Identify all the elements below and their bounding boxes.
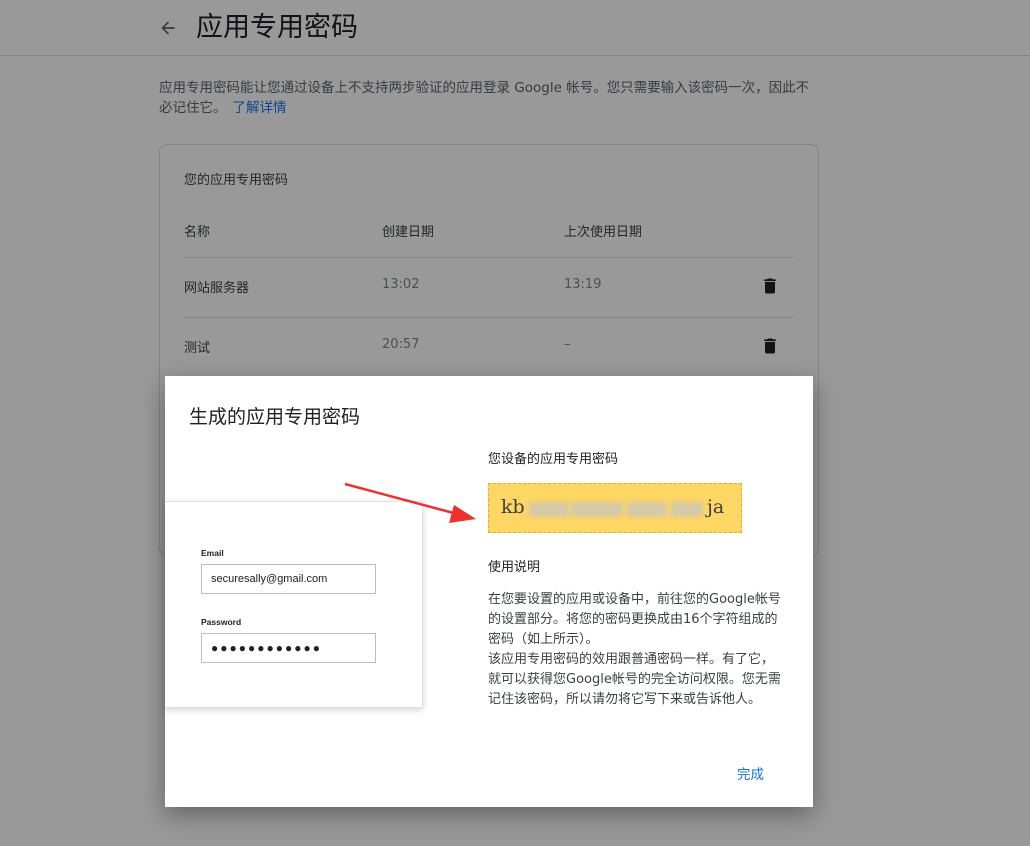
app-passwords-page: 应用专用密码 应用专用密码能让您通过设备上不支持两步验证的应用登录 Google…	[0, 0, 1030, 846]
password-redaction	[529, 502, 569, 517]
login-form-illustration: Email securesally@gmail.com Password ●●●…	[165, 501, 423, 708]
illustration-password-label: Password	[201, 617, 242, 627]
password-redaction	[571, 502, 623, 517]
password-label: 您设备的应用专用密码	[488, 452, 619, 467]
generated-password-box[interactable]: kb ja	[488, 483, 742, 533]
dialog-title: 生成的应用专用密码	[189, 406, 361, 428]
usage-paragraph-2: 该应用专用密码的效用跟普通密码一样。有了它，就可以获得您Google帐号的完全访…	[488, 652, 781, 707]
illustration-password-field: ●●●●●●●●●●●●	[201, 633, 376, 663]
password-redaction	[627, 502, 667, 517]
password-visible-start: kb	[501, 496, 525, 518]
password-redaction	[671, 502, 703, 517]
illustration-email-field: securesally@gmail.com	[201, 564, 376, 594]
red-arrow-icon	[344, 482, 476, 523]
generated-password-dialog: 生成的应用专用密码 Email securesally@gmail.com Pa…	[165, 376, 813, 807]
illustration-email-label: Email	[201, 548, 224, 558]
done-button[interactable]: 完成	[731, 759, 770, 787]
password-visible-end: ja	[707, 496, 725, 518]
usage-title: 使用说明	[488, 560, 541, 575]
usage-paragraph-1: 在您要设置的应用或设备中，前往您的Google帐号的设置部分。将您的密码更换成由…	[488, 592, 781, 647]
